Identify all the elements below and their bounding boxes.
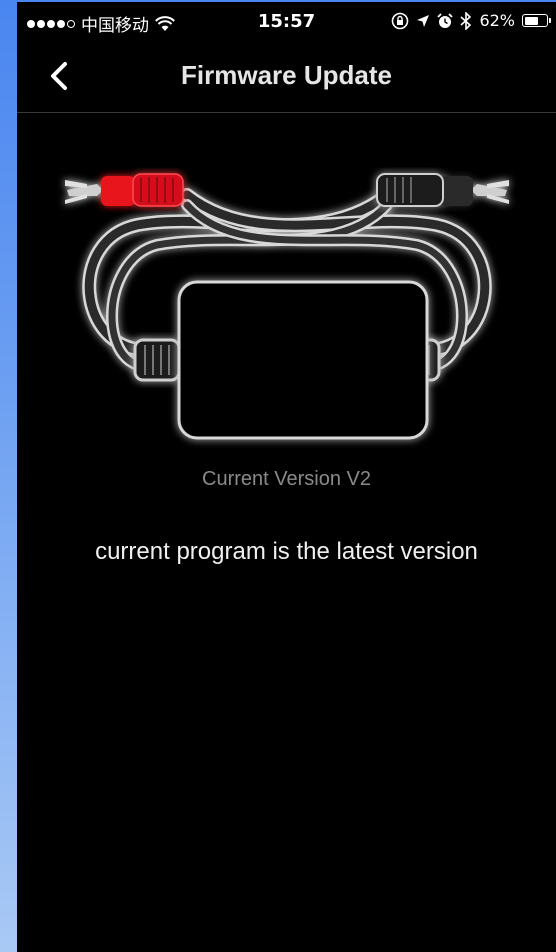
nav-bar: Firmware Update — [17, 42, 556, 113]
alarm-icon — [437, 12, 454, 28]
page-title: Firmware Update — [181, 60, 392, 90]
lock-rotation-icon — [392, 12, 409, 29]
update-status-message: current program is the latest version — [95, 538, 478, 565]
rca-cable-device-icon — [57, 150, 517, 450]
status-bar: 中国移动 15:57 62% — [17, 2, 556, 42]
bluetooth-icon — [460, 11, 472, 30]
battery-icon — [522, 14, 551, 27]
battery-fill — [524, 16, 538, 25]
phone-screen: 中国移动 15:57 62% Firmware Update Current V… — [17, 2, 556, 952]
location-icon — [417, 14, 430, 27]
current-version-label: Current Version V2 — [202, 468, 371, 490]
battery-percent: 62% — [479, 11, 515, 30]
status-right: 62% — [391, 11, 551, 30]
